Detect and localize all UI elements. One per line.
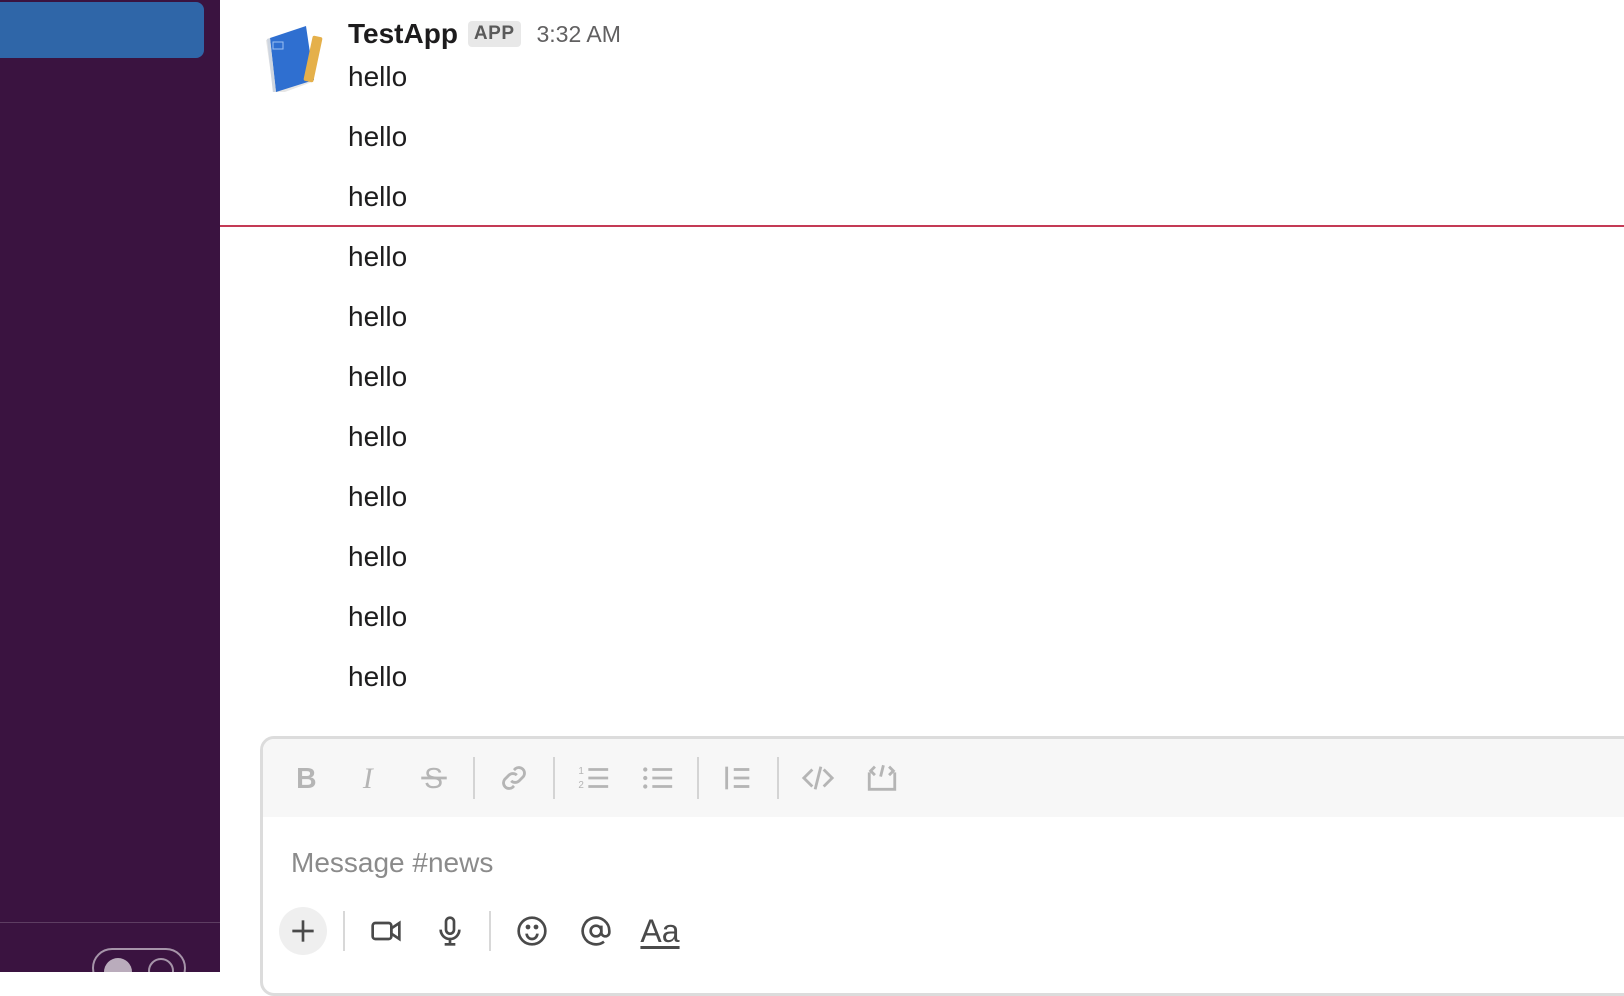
bold-button[interactable]: B bbox=[281, 753, 331, 803]
status-toggle[interactable] bbox=[92, 948, 186, 988]
message-line: hello bbox=[348, 241, 408, 272]
video-icon bbox=[371, 920, 401, 942]
message-line: hello bbox=[348, 601, 408, 632]
bulleted-list-icon bbox=[643, 767, 673, 789]
actions-separator bbox=[343, 911, 345, 951]
composer-actions: Aa bbox=[279, 901, 699, 961]
blockquote-icon bbox=[725, 766, 750, 790]
video-clip-button[interactable] bbox=[361, 906, 411, 956]
svg-text:2: 2 bbox=[578, 780, 584, 791]
code-block-button[interactable] bbox=[857, 753, 907, 803]
toolbar-separator bbox=[473, 757, 475, 799]
formatting-button[interactable]: Aa bbox=[635, 906, 685, 956]
code-icon bbox=[801, 766, 835, 790]
attach-button[interactable] bbox=[279, 907, 327, 955]
microphone-icon bbox=[439, 916, 461, 946]
link-icon bbox=[502, 766, 526, 790]
sidebar-active-item[interactable] bbox=[0, 2, 204, 58]
audio-clip-button[interactable] bbox=[425, 906, 475, 956]
message-line: hello bbox=[348, 301, 408, 332]
message-input[interactable] bbox=[289, 839, 1593, 887]
message-line: hello bbox=[348, 121, 408, 152]
emoji-button[interactable] bbox=[507, 906, 557, 956]
message-line: hello bbox=[348, 541, 408, 572]
bold-icon: B bbox=[296, 763, 316, 795]
message-line: hello bbox=[348, 421, 408, 452]
message-header: TestApp APP 3:32 AM bbox=[348, 14, 621, 54]
strikethrough-icon: S bbox=[421, 763, 447, 795]
toggle-knob bbox=[104, 958, 132, 986]
formatting-icon: Aa bbox=[640, 912, 680, 949]
toggle-circle-icon bbox=[148, 958, 174, 984]
ordered-list-icon: 12 bbox=[578, 766, 609, 791]
message-pane: TestApp APP 3:32 AM hello hello hello he… bbox=[220, 0, 1624, 996]
toolbar-separator bbox=[553, 757, 555, 799]
app-badge: APP bbox=[467, 21, 521, 47]
app-avatar[interactable] bbox=[260, 20, 332, 96]
sidebar bbox=[0, 0, 220, 988]
ordered-list-button[interactable]: 12 bbox=[569, 753, 619, 803]
italic-button[interactable]: I bbox=[345, 753, 395, 803]
actions-separator bbox=[489, 911, 491, 951]
svg-text:1: 1 bbox=[578, 766, 584, 777]
svg-text:B: B bbox=[296, 763, 316, 795]
toolbar-separator bbox=[777, 757, 779, 799]
message-timestamp[interactable]: 3:32 AM bbox=[537, 21, 621, 48]
sidebar-divider bbox=[0, 922, 220, 923]
formatting-toolbar: B I S 12 bbox=[263, 739, 1624, 817]
message-line: hello bbox=[348, 481, 408, 512]
bulleted-list-button[interactable] bbox=[633, 753, 683, 803]
mention-button[interactable] bbox=[571, 906, 621, 956]
message-line: hello bbox=[348, 181, 408, 212]
strikethrough-button[interactable]: S bbox=[409, 753, 459, 803]
svg-text:I: I bbox=[362, 762, 375, 795]
link-button[interactable] bbox=[489, 753, 539, 803]
mention-icon bbox=[581, 916, 611, 946]
italic-icon: I bbox=[362, 762, 375, 795]
code-block-icon bbox=[867, 764, 897, 791]
plus-icon bbox=[292, 920, 314, 942]
code-button[interactable] bbox=[793, 753, 843, 803]
message-line: hello bbox=[348, 661, 408, 692]
toolbar-separator bbox=[697, 757, 699, 799]
message-line: hello bbox=[348, 361, 408, 392]
blockquote-button[interactable] bbox=[713, 753, 763, 803]
message-line: hello bbox=[348, 61, 408, 92]
message-composer: B I S 12 Message #news Aa bbox=[260, 736, 1624, 996]
sender-name[interactable]: TestApp bbox=[348, 18, 458, 50]
book-icon bbox=[266, 26, 323, 96]
new-messages-divider bbox=[220, 225, 1624, 227]
emoji-icon bbox=[517, 916, 547, 946]
